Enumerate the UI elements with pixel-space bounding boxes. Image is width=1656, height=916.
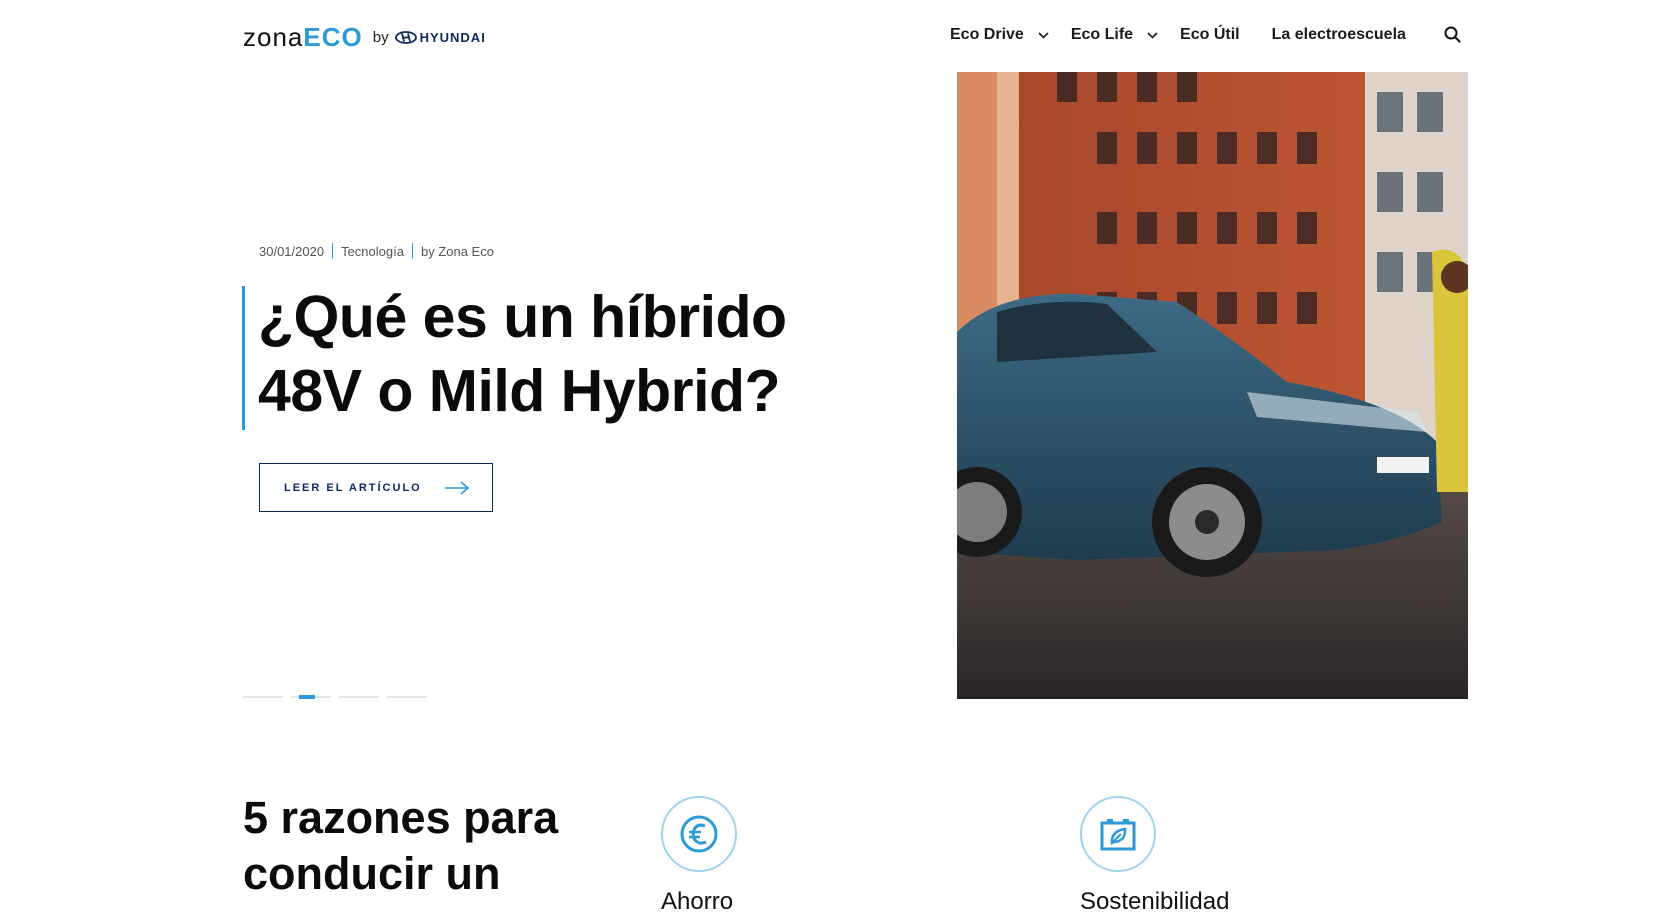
slider-dot[interactable] — [387, 696, 427, 698]
read-article-label: LEER EL ARTÍCULO — [284, 481, 422, 494]
euro-icon — [661, 796, 737, 872]
article-date: 30/01/2020 — [259, 243, 325, 259]
slider-pagination — [243, 695, 435, 699]
arrow-right-icon — [444, 480, 470, 495]
nav-item-eco-drive[interactable]: Eco Drive — [950, 26, 1071, 44]
reason-label: Sostenibilidad — [1080, 888, 1230, 915]
slider-dot-active[interactable] — [291, 695, 331, 699]
slider-dot[interactable] — [339, 696, 379, 698]
article-author: by Zona Eco — [420, 243, 494, 259]
meta-divider — [411, 243, 413, 259]
logo-brand-text: HYUNDAI — [419, 29, 486, 45]
nav-item-label: Eco Drive — [950, 26, 1024, 43]
article-category[interactable]: Tecnología — [341, 244, 404, 259]
reasons-title: 5 razones para conducir un — [243, 792, 559, 899]
meta-divider — [332, 243, 334, 259]
reason-label: Ahorro — [661, 888, 734, 915]
leaf-battery-icon — [1080, 796, 1156, 872]
logo-by-text: by — [372, 28, 389, 46]
article-meta: 30/01/2020 Tecnología by Zona Eco — [259, 243, 494, 259]
nav-item-label: La electroescuela — [1271, 26, 1406, 43]
hyundai-logo-icon: HYUNDAI — [394, 29, 486, 45]
nav-item-eco-life[interactable]: Eco Life — [1071, 26, 1180, 44]
chevron-down-icon[interactable] — [1147, 31, 1158, 39]
logo-eco-text: ECO — [303, 21, 363, 52]
hero-car-image — [957, 72, 1468, 699]
reason-item-ahorro[interactable]: Ahorro — [661, 796, 737, 915]
search-icon[interactable] — [1444, 26, 1461, 48]
site-logo[interactable]: zona ECO by HYUNDAI — [243, 22, 486, 52]
title-accent-bar — [242, 286, 245, 430]
reason-item-sostenibilidad[interactable]: Sostenibilidad — [1080, 796, 1229, 915]
nav-item-eco-util[interactable]: Eco Útil — [1180, 26, 1240, 44]
slider-dot[interactable] — [243, 696, 283, 698]
logo-zona-text: zona — [243, 21, 304, 52]
nav-item-electroescuela[interactable]: La electroescuela — [1272, 26, 1406, 44]
hero-title: ¿Qué es un híbrido 48V o Mild Hybrid? — [258, 284, 787, 424]
nav-item-label: Eco Life — [1070, 26, 1134, 43]
read-article-button[interactable]: LEER EL ARTÍCULO — [259, 463, 493, 512]
chevron-down-icon[interactable] — [1038, 31, 1049, 39]
nav-item-label: Eco Útil — [1180, 26, 1240, 43]
main-nav: Eco Drive Eco Life Eco Útil La electroes… — [950, 24, 1438, 46]
